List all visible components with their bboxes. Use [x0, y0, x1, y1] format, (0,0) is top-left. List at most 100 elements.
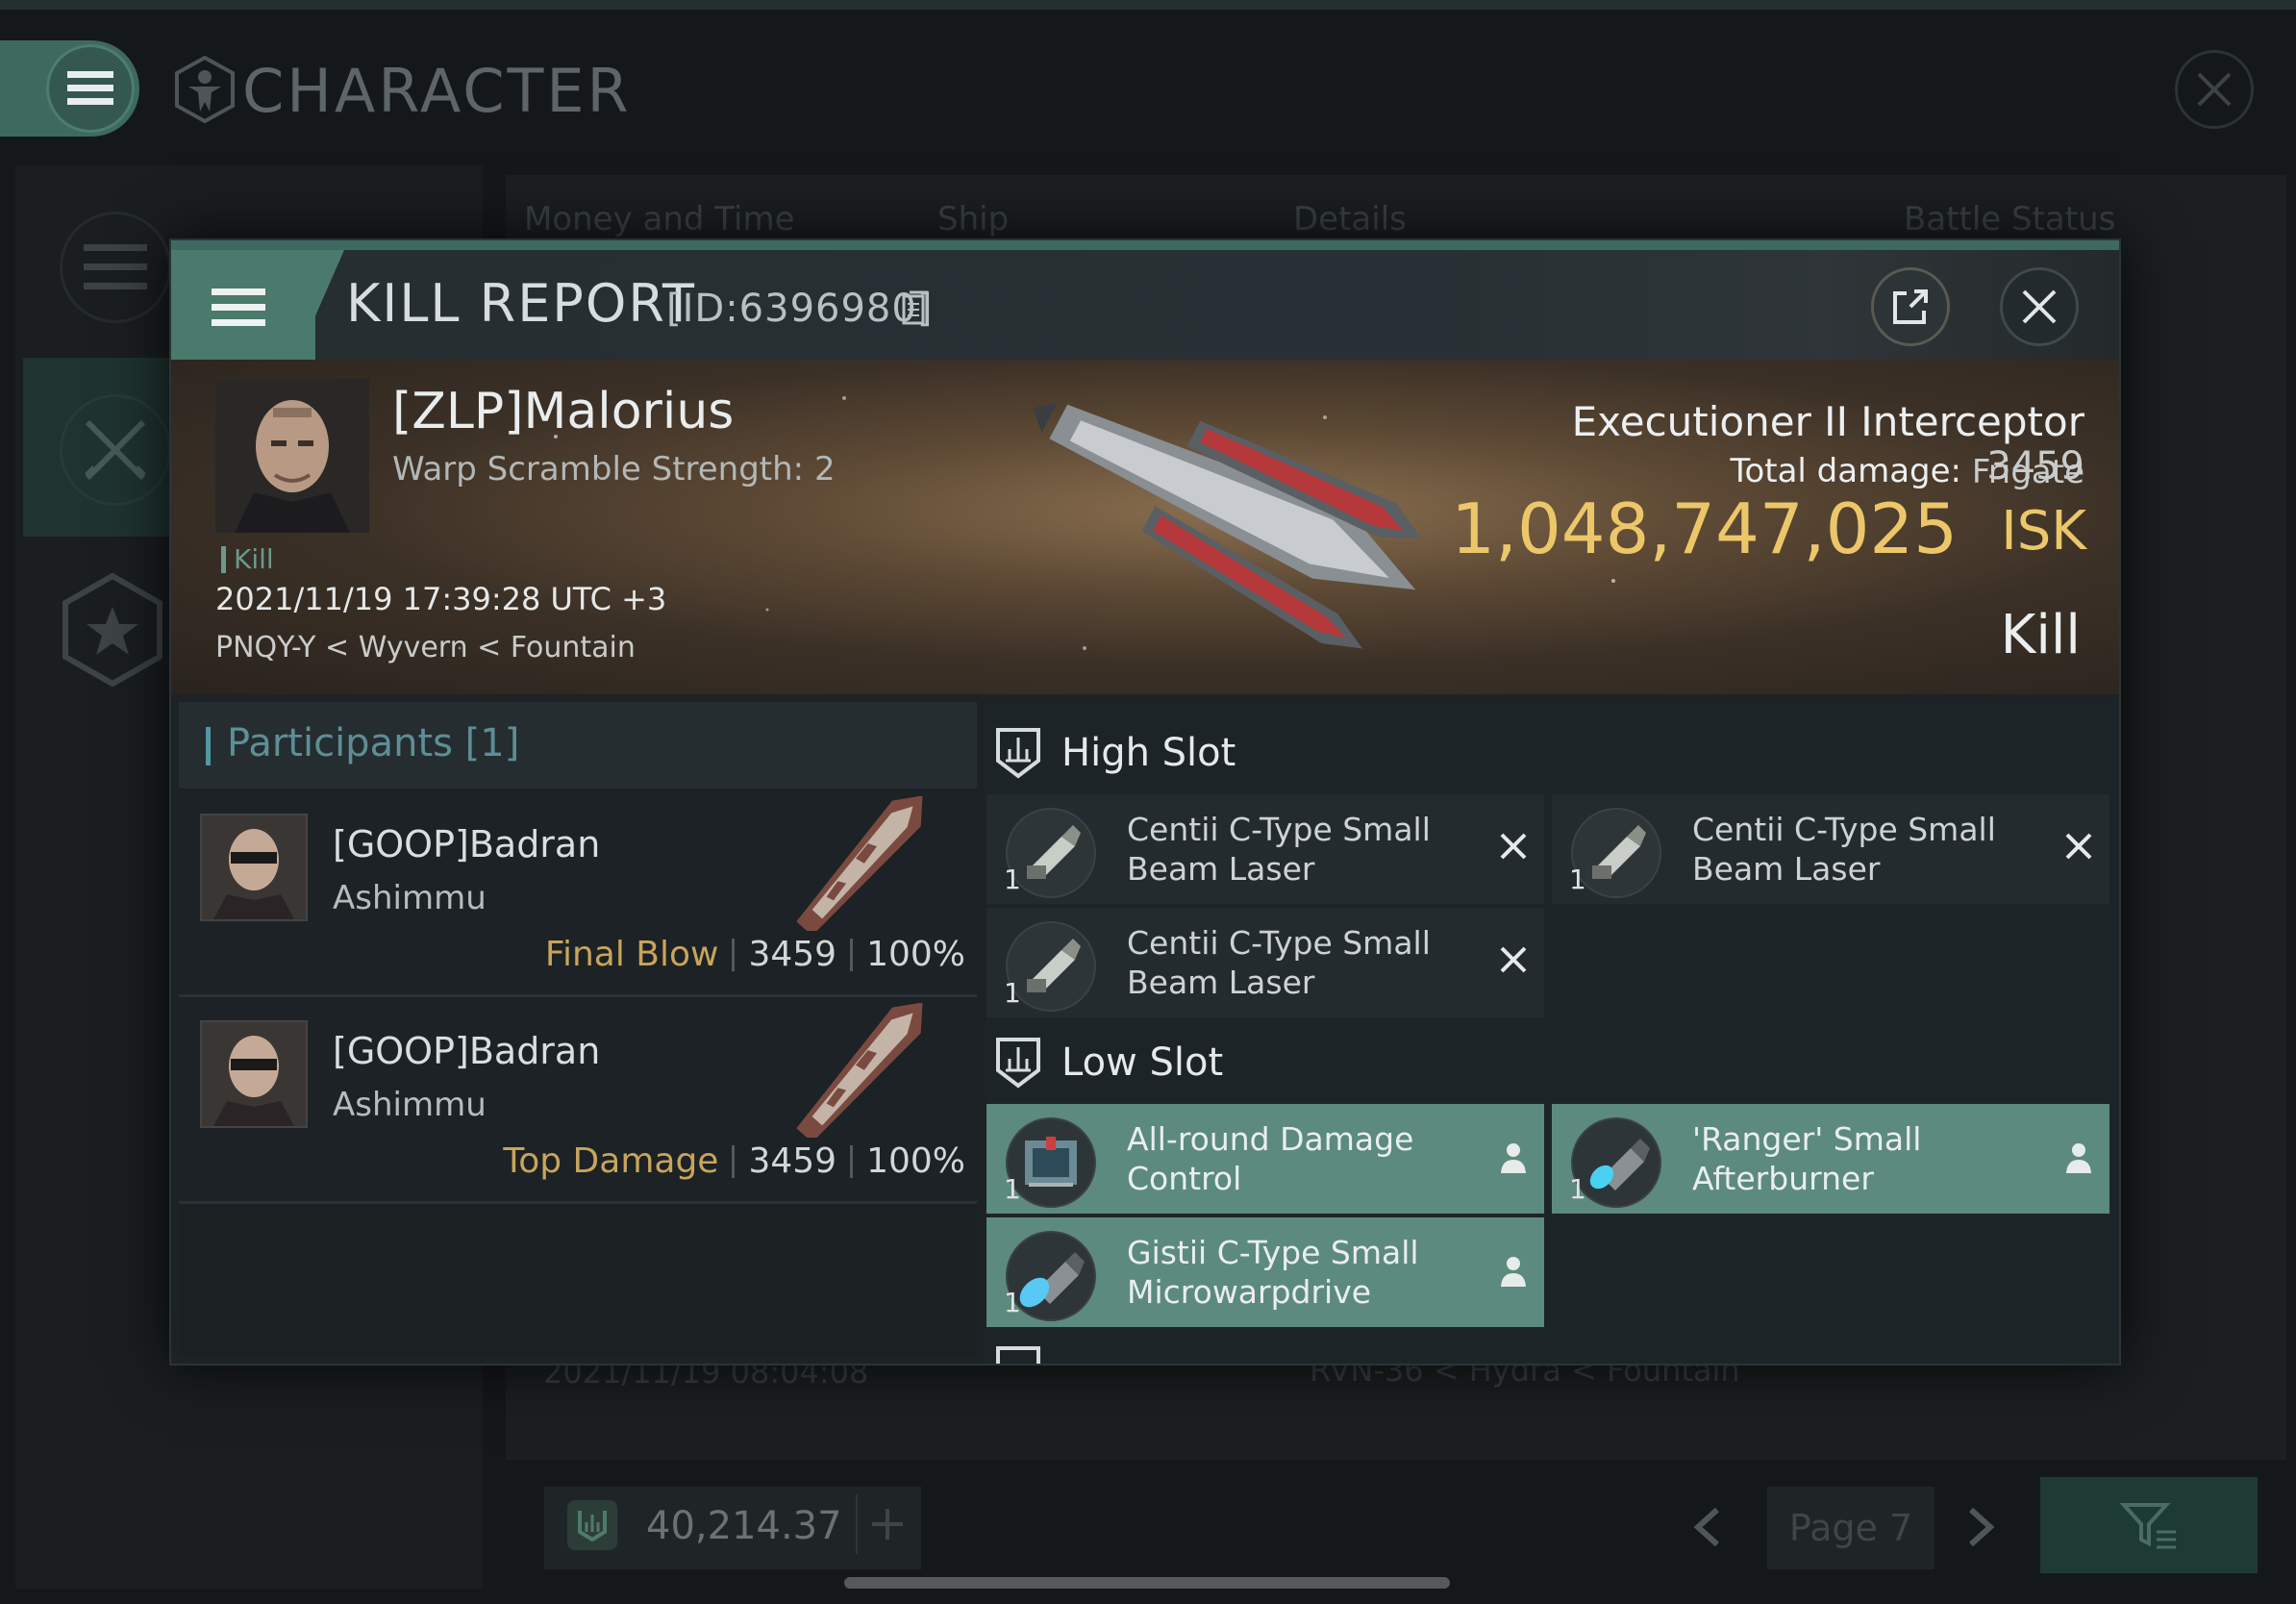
sidebar-kill-report-button[interactable] [60, 394, 171, 506]
kill-tag: Kill [221, 546, 274, 573]
participant-name: [GOOP]Badran [333, 823, 601, 865]
participant-damage: 3459 [748, 935, 837, 974]
participant-row[interactable]: [GOOP]Badran Ashimmu Final Blow 3459 100… [179, 790, 977, 997]
slot-quantity: 1 [1004, 1173, 1021, 1205]
tab-details[interactable]: Details [1293, 200, 1407, 238]
participant-role: Final Blow [544, 935, 719, 974]
high-slot-item[interactable]: 1 Centii C-Type Small Beam Laser [1552, 794, 2109, 904]
person-icon [1501, 1143, 1526, 1173]
person-icon [2066, 1143, 2091, 1173]
victim-name[interactable]: [ZLP]Malorius [392, 383, 734, 440]
victim-subtitle: Warp Scramble Strength: 2 [392, 450, 836, 489]
next-page-button[interactable] [1967, 1506, 1996, 1548]
low-slot-header: Low Slot [994, 1019, 1223, 1106]
slot-quantity: 1 [1004, 977, 1021, 1009]
kill-location[interactable]: PNQY-Y < Wyvern < Fountain [215, 631, 636, 664]
wallet-amount: 40,214.37 [646, 1504, 842, 1548]
participant-ship-image [765, 1003, 958, 1138]
chevron-right-icon [1968, 1507, 1995, 1547]
participant-stats: Final Blow 3459 100% [545, 935, 965, 974]
plus-icon [872, 1509, 903, 1540]
participant-ship: Ashimmu [333, 879, 487, 917]
slot-quantity: 1 [1004, 864, 1021, 895]
hamburger-icon [67, 71, 113, 105]
slot-item-name: Centii C-Type Small Beam Laser [1127, 924, 1431, 1001]
participant-portrait [200, 814, 308, 921]
destroyed-x-icon [2065, 833, 2092, 860]
participant-role: Top Damage [503, 1141, 719, 1181]
isk-value: 1,048,747,025 [1451, 489, 1958, 569]
high-slot-item[interactable]: 1 Centii C-Type Small Beam Laser [986, 908, 1544, 1017]
victim-banner: [ZLP]Malorius Warp Scramble Strength: 2 … [171, 360, 2119, 694]
add-funds-button[interactable] [856, 1494, 917, 1554]
high-slot-title: High Slot [1061, 731, 1236, 775]
tab-ship[interactable]: Ship [937, 200, 1009, 238]
kill-report-modal: KILL REPORT [ID:6396980] [ZLP]Malorius W… [169, 238, 2121, 1366]
person-icon [1501, 1257, 1526, 1287]
chevron-left-icon [1693, 1507, 1720, 1547]
low-slot-item[interactable]: 1 'Ranger' Small Afterburner [1552, 1104, 2109, 1214]
tab-money-and-time[interactable]: Money and Time [524, 200, 795, 238]
crossed-swords-icon [85, 419, 146, 481]
ship-type: Executioner II Interceptor [1571, 398, 2084, 445]
share-icon [1893, 289, 1928, 324]
sidebar-list-button[interactable] [60, 212, 171, 323]
participant-ship-image [765, 796, 958, 931]
home-indicator [844, 1577, 1450, 1589]
slot-item-name: Centii C-Type Small Beam Laser [1127, 811, 1431, 888]
page-indicator: Page 7 [1767, 1487, 1934, 1569]
participant-percent: 100% [866, 1141, 965, 1181]
slot-quantity: 1 [1004, 1287, 1021, 1318]
high-slot-item[interactable]: 1 Centii C-Type Small Beam Laser [986, 794, 1544, 904]
separator [732, 1144, 736, 1178]
participant-damage: 3459 [748, 1141, 837, 1181]
previous-page-button[interactable] [1692, 1506, 1721, 1548]
screen-title: CHARACTER [242, 56, 632, 126]
slot-shield-icon [996, 1038, 1040, 1089]
close-icon [2197, 72, 2232, 107]
main-menu-button[interactable] [46, 44, 135, 133]
kill-id: [ID:6396980] [666, 287, 934, 331]
slot-item-name: Gistii C-Type Small Microwarpdrive [1127, 1234, 1419, 1311]
screen-close-button[interactable] [2175, 50, 2254, 129]
participant-name: [GOOP]Badran [333, 1030, 601, 1072]
victim-portrait[interactable] [215, 379, 369, 533]
slot-item-name: All-round Damage Control [1127, 1120, 1414, 1197]
star-icon [62, 572, 162, 688]
hamburger-icon [212, 287, 265, 329]
participants-title: Participants [1] [227, 721, 520, 765]
participant-portrait [200, 1020, 308, 1128]
tab-battle-status[interactable]: Battle Status [1904, 200, 2115, 238]
separator [850, 938, 854, 971]
slot-shield-icon [996, 728, 1040, 779]
slot-quantity: 1 [1569, 1173, 1586, 1205]
modal-title: KILL REPORT [346, 273, 696, 334]
list-icon [84, 244, 147, 289]
slot-item-name: 'Ranger' Small Afterburner [1692, 1120, 1922, 1197]
mid-slot-header-partial [994, 1344, 1042, 1364]
participant-percent: 100% [866, 935, 965, 974]
high-slot-header: High Slot [994, 710, 1235, 796]
character-icon [173, 56, 237, 123]
participant-stats: Top Damage 3459 100% [503, 1141, 965, 1181]
close-button[interactable] [2000, 267, 2079, 346]
low-slot-item[interactable]: 1 Gistii C-Type Small Microwarpdrive [986, 1217, 1544, 1327]
destroyed-x-icon [1500, 833, 1527, 860]
low-slot-item[interactable]: 1 All-round Damage Control [986, 1104, 1544, 1214]
total-damage-label: Total damage: [1730, 452, 1961, 490]
low-slot-title: Low Slot [1061, 1040, 1224, 1085]
destroyed-x-icon [1500, 946, 1527, 973]
participant-ship: Ashimmu [333, 1086, 487, 1124]
filter-button[interactable] [2040, 1477, 2258, 1573]
kill-status: Kill [2000, 604, 2081, 666]
participant-row[interactable]: [GOOP]Badran Ashimmu Top Damage 3459 100… [179, 997, 977, 1204]
close-icon [2022, 289, 2057, 324]
modal-menu-slant [296, 250, 344, 360]
slot-item-name: Centii C-Type Small Beam Laser [1692, 811, 1996, 888]
sidebar-favorites-button[interactable] [60, 572, 165, 688]
share-button[interactable] [1871, 267, 1950, 346]
separator [850, 1144, 854, 1178]
copy-icon[interactable] [902, 290, 929, 325]
total-damage-value: 3459 [1986, 444, 2084, 489]
wallet-icon [567, 1500, 617, 1550]
